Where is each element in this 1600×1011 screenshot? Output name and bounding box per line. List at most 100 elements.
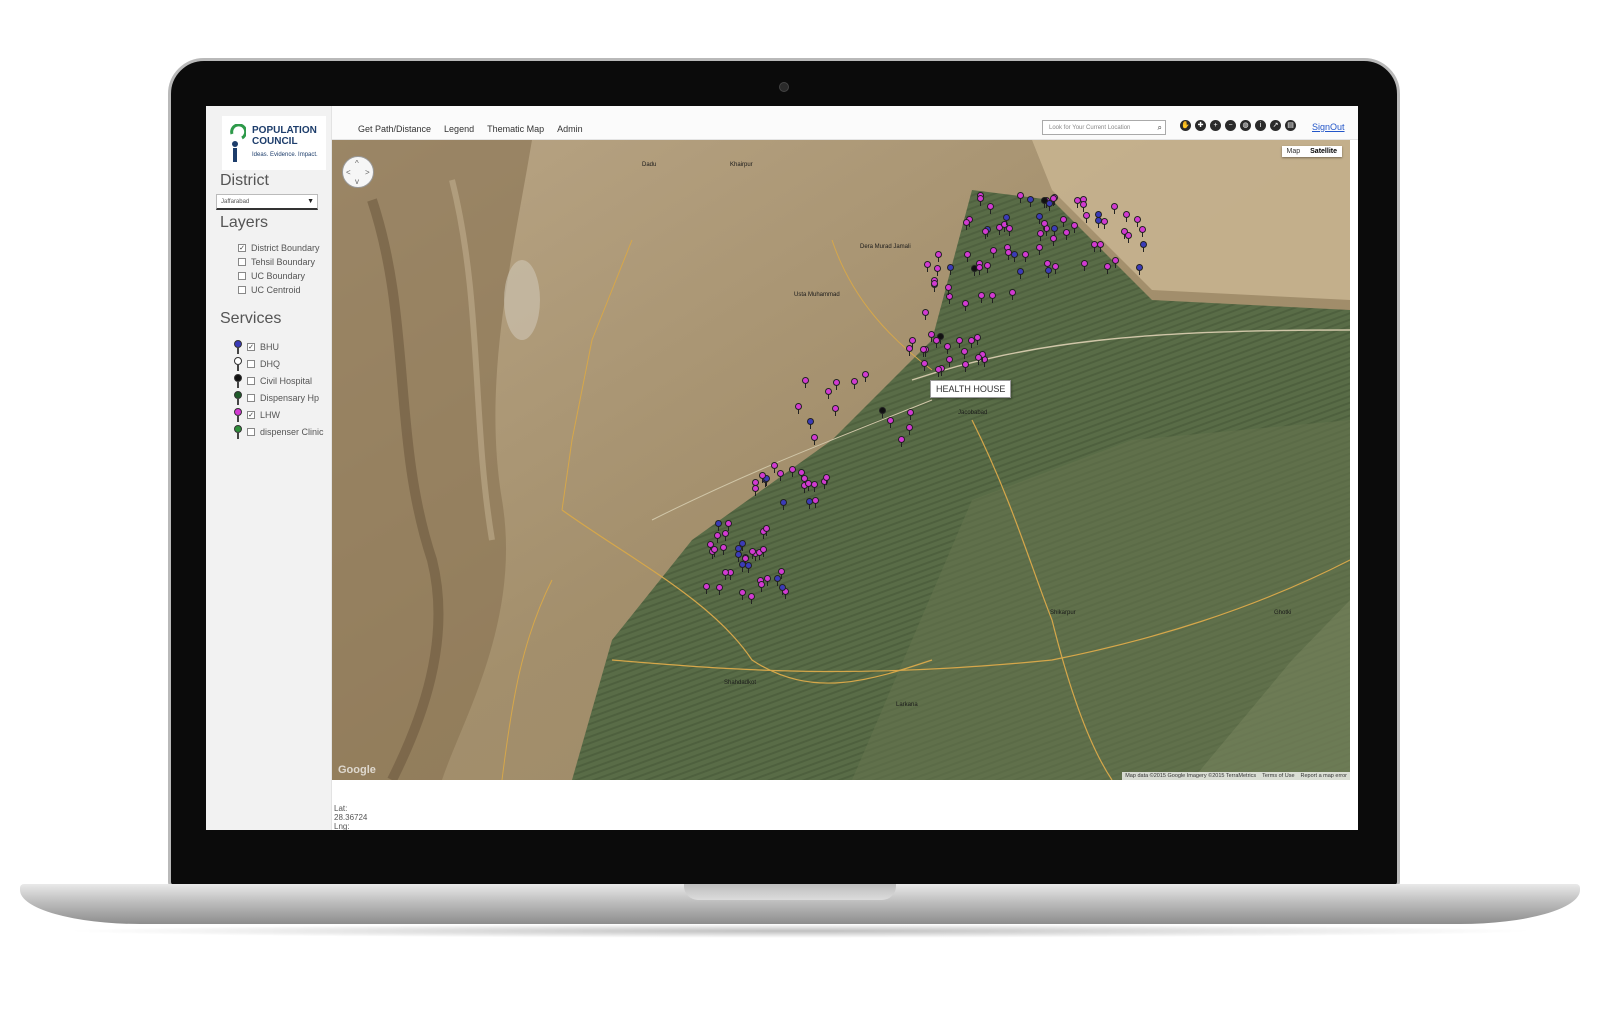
lhw-marker[interactable] xyxy=(1050,235,1057,246)
lhw-marker[interactable] xyxy=(935,251,942,262)
lhw-marker[interactable] xyxy=(722,530,729,541)
lhw-marker[interactable] xyxy=(777,470,784,481)
service-item[interactable]: Civil Hospital xyxy=(234,374,312,388)
lhw-marker[interactable] xyxy=(851,378,858,389)
lhw-marker[interactable] xyxy=(1104,263,1111,274)
bhu-marker[interactable] xyxy=(807,418,814,429)
lhw-marker[interactable] xyxy=(1022,251,1029,262)
lhw-marker[interactable] xyxy=(1074,197,1081,208)
lhw-marker[interactable] xyxy=(962,300,969,311)
lhw-marker[interactable] xyxy=(982,228,989,239)
bhu-marker[interactable] xyxy=(806,498,813,509)
lhw-marker[interactable] xyxy=(764,575,771,586)
lhw-marker[interactable] xyxy=(805,480,812,491)
lhw-marker[interactable] xyxy=(946,356,953,367)
lhw-marker[interactable] xyxy=(921,360,928,371)
lhw-marker[interactable] xyxy=(763,525,770,536)
export-icon[interactable]: ↗ xyxy=(1270,120,1281,131)
lhw-marker[interactable] xyxy=(716,584,723,595)
lhw-marker[interactable] xyxy=(907,409,914,420)
hand-icon[interactable]: ✋ xyxy=(1180,120,1191,131)
bhu-marker[interactable] xyxy=(1027,196,1034,207)
population-council-logo[interactable]: POPULATION COUNCIL Ideas. Evidence. Impa… xyxy=(222,116,326,170)
service-item[interactable]: dispenser Clinic xyxy=(234,425,324,439)
lhw-marker[interactable] xyxy=(703,583,710,594)
bhu-marker[interactable] xyxy=(1011,251,1018,262)
lhw-marker[interactable] xyxy=(964,251,971,262)
lhw-marker[interactable] xyxy=(758,581,765,592)
lhw-marker[interactable] xyxy=(1091,241,1098,252)
lhw-marker[interactable] xyxy=(956,337,963,348)
bhu-marker[interactable] xyxy=(735,551,742,562)
lhw-marker[interactable] xyxy=(935,366,942,377)
service-checkbox[interactable] xyxy=(247,360,255,368)
bhu-marker[interactable] xyxy=(1136,264,1143,275)
lhw-marker[interactable] xyxy=(825,388,832,399)
lhw-marker[interactable] xyxy=(920,346,927,357)
lhw-marker[interactable] xyxy=(811,481,818,492)
lhw-marker[interactable] xyxy=(928,331,935,342)
zoom-in-icon[interactable]: + xyxy=(1210,120,1221,131)
layer-checkbox[interactable] xyxy=(238,258,246,266)
layer-item[interactable]: UC Boundary xyxy=(238,270,305,282)
lhw-marker[interactable] xyxy=(862,371,869,382)
lhw-marker[interactable] xyxy=(1097,241,1104,252)
print-icon[interactable]: ▤ xyxy=(1285,120,1296,131)
lhw-marker[interactable] xyxy=(1060,216,1067,227)
map-canvas[interactable]: ^ < > v Map Satellite Dadu Khairpur Dera M… xyxy=(332,140,1350,780)
lhw-marker[interactable] xyxy=(1050,195,1057,206)
service-item[interactable]: ✓ BHU xyxy=(234,340,279,354)
bhu-marker[interactable] xyxy=(1140,241,1147,252)
lhw-marker[interactable] xyxy=(1009,289,1016,300)
lhw-marker[interactable] xyxy=(924,261,931,272)
bhu-marker[interactable] xyxy=(1017,268,1024,279)
pan-up-icon[interactable]: ^ xyxy=(355,160,359,168)
layer-item[interactable]: ✓ District Boundary xyxy=(238,242,320,254)
lhw-marker[interactable] xyxy=(1101,218,1108,229)
lhw-marker[interactable] xyxy=(798,469,805,480)
lhw-marker[interactable] xyxy=(934,265,941,276)
lhw-marker[interactable] xyxy=(1134,216,1141,227)
bhu-marker[interactable] xyxy=(739,540,746,551)
layer-item[interactable]: UC Centroid xyxy=(238,284,301,296)
lhw-marker[interactable] xyxy=(984,262,991,273)
signout-link[interactable]: SignOut xyxy=(1312,122,1345,132)
info-icon[interactable]: i xyxy=(1255,120,1266,131)
lhw-marker[interactable] xyxy=(714,532,721,543)
lhw-marker[interactable] xyxy=(906,424,913,435)
lhw-marker[interactable] xyxy=(1017,192,1024,203)
lhw-marker[interactable] xyxy=(789,466,796,477)
lhw-marker[interactable] xyxy=(1125,232,1132,243)
bhu-marker[interactable] xyxy=(780,499,787,510)
lhw-marker[interactable] xyxy=(752,485,759,496)
service-item[interactable]: Dispensary Hp xyxy=(234,391,319,405)
nav-item[interactable]: Thematic Map xyxy=(487,124,544,134)
lhw-marker[interactable] xyxy=(1080,201,1087,212)
lhw-marker[interactable] xyxy=(931,280,938,291)
nav-item[interactable]: Admin xyxy=(557,124,583,134)
lhw-marker[interactable] xyxy=(974,334,981,345)
service-item[interactable]: DHQ xyxy=(234,357,280,371)
lhw-marker[interactable] xyxy=(711,546,718,557)
lhw-marker[interactable] xyxy=(1036,244,1043,255)
service-checkbox[interactable] xyxy=(247,394,255,402)
lhw-marker[interactable] xyxy=(832,405,839,416)
lhw-marker[interactable] xyxy=(720,544,727,555)
lhw-marker[interactable] xyxy=(748,593,755,604)
lhw-marker[interactable] xyxy=(725,520,732,531)
lhw-marker[interactable] xyxy=(1071,222,1078,233)
lhw-marker[interactable] xyxy=(833,379,840,390)
location-search-input[interactable]: Look for Your Current Location ⌕ xyxy=(1042,120,1166,135)
lhw-marker[interactable] xyxy=(1083,212,1090,223)
layer-item[interactable]: Tehsil Boundary xyxy=(238,256,315,268)
lhw-marker[interactable] xyxy=(1139,226,1146,237)
lhw-marker[interactable] xyxy=(977,195,984,206)
lhw-marker[interactable] xyxy=(898,436,905,447)
lhw-marker[interactable] xyxy=(962,361,969,372)
lhw-marker[interactable] xyxy=(1111,203,1118,214)
service-checkbox[interactable] xyxy=(247,428,255,436)
layer-checkbox[interactable] xyxy=(238,286,246,294)
civil-hospital-marker[interactable] xyxy=(879,407,886,418)
bhu-marker[interactable] xyxy=(947,264,954,275)
pan-right-icon[interactable]: > xyxy=(365,169,370,177)
